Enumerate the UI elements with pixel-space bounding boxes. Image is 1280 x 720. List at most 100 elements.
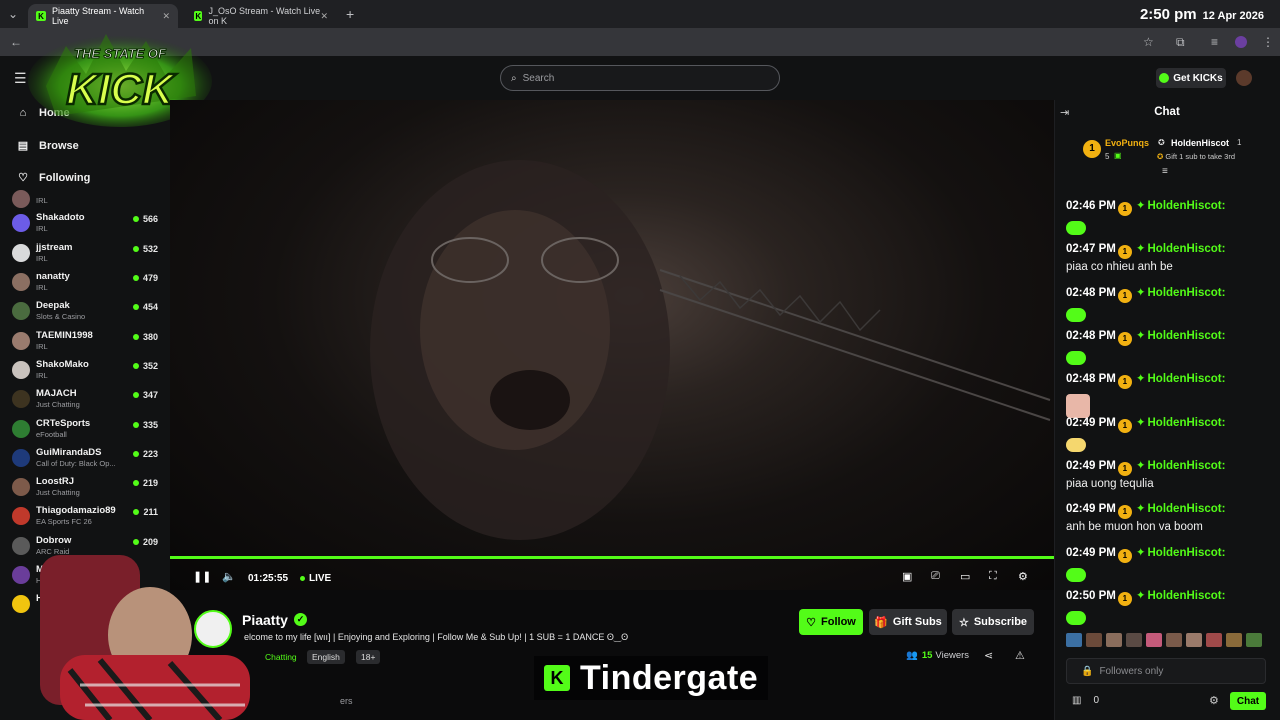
- share-icon[interactable]: ⋖: [984, 649, 993, 662]
- subscribe-button[interactable]: ☆ Subscribe: [952, 609, 1034, 635]
- language-tag[interactable]: English: [307, 650, 345, 664]
- nav-label: Browse: [39, 139, 79, 152]
- channel-item[interactable]: IRL: [12, 190, 162, 208]
- chat-message[interactable]: 02:48 PM 1 ✦ HoldenHiscot:: [1066, 328, 1272, 368]
- chat-input[interactable]: 🔒 Followers only: [1066, 658, 1266, 684]
- channel-item[interactable]: TAEMIN1998 IRL 380: [12, 330, 162, 359]
- theater-mode-icon[interactable]: ▭: [960, 570, 970, 583]
- browser-profile-avatar[interactable]: [1235, 36, 1247, 48]
- message-time: 02:50 PM: [1066, 590, 1116, 602]
- bookmark-star-icon[interactable]: ☆: [1143, 35, 1154, 49]
- gift-subs-button[interactable]: 🎁 Gift Subs: [869, 609, 947, 635]
- emote-icon[interactable]: [1086, 633, 1102, 647]
- tab-close-icon[interactable]: ✕: [320, 11, 328, 22]
- emote-icon[interactable]: [1106, 633, 1122, 647]
- message-username[interactable]: HoldenHiscot:: [1148, 373, 1226, 385]
- browser-menu-icon[interactable]: ⋮: [1262, 35, 1274, 49]
- message-username[interactable]: HoldenHiscot:: [1148, 590, 1226, 602]
- message-username[interactable]: HoldenHiscot:: [1148, 330, 1226, 342]
- channel-points[interactable]: ▥ 0: [1072, 695, 1099, 706]
- sidebar-item-following[interactable]: ♡ Following: [16, 171, 90, 185]
- channel-item[interactable]: Shakadoto IRL 566: [12, 212, 162, 241]
- miniplayer-icon[interactable]: ▣: [902, 570, 912, 583]
- emote-icon[interactable]: [1246, 633, 1262, 647]
- live-dot-icon: [132, 304, 139, 310]
- follow-button[interactable]: ♡ Follow: [799, 609, 863, 635]
- hamburger-menu-icon[interactable]: ☰: [14, 70, 27, 87]
- report-icon[interactable]: ⚠: [1015, 649, 1025, 662]
- message-username[interactable]: HoldenHiscot:: [1148, 243, 1226, 255]
- sidebar-item-browse[interactable]: ▤ Browse: [16, 139, 79, 153]
- live-dot-icon: [132, 451, 139, 457]
- back-icon[interactable]: ←: [10, 35, 22, 49]
- tab-close-icon[interactable]: ✕: [162, 11, 170, 22]
- chat-settings-gear-icon[interactable]: ⚙: [1209, 694, 1219, 707]
- gift-leaderboard[interactable]: 1 EvoPunqs 5 ▣ ✪ HoldenHiscot 1 ✪ Gift 1…: [1062, 130, 1272, 177]
- chat-message[interactable]: 02:49 PM 1 ✦ HoldenHiscot:: [1066, 415, 1272, 455]
- video-player[interactable]: [170, 100, 1054, 590]
- live-label: LIVE: [309, 573, 332, 584]
- emote-icon[interactable]: [1146, 633, 1162, 647]
- channel-item[interactable]: GuiMirandaDS Call of Duty: Black Op... 2…: [12, 447, 162, 476]
- chat-send-button[interactable]: Chat: [1230, 692, 1266, 710]
- channel-name: LoostRJ: [36, 476, 74, 487]
- clock-time: 2:50 pm: [1139, 6, 1197, 23]
- emote-icon[interactable]: [1066, 633, 1082, 647]
- chat-message[interactable]: 02:48 PM 1 ✦ HoldenHiscot:: [1066, 371, 1272, 421]
- emote-icon[interactable]: [1186, 633, 1202, 647]
- chat-message[interactable]: 02:47 PM 1 ✦ HoldenHiscot: piaa co nhieu an…: [1066, 241, 1272, 273]
- channel-name: ShakoMako: [36, 359, 89, 370]
- chat-message[interactable]: 02:50 PM 1 ✦ HoldenHiscot:: [1066, 588, 1272, 628]
- emote-icon[interactable]: [1166, 633, 1182, 647]
- settings-gear-icon[interactable]: ⚙: [1018, 570, 1028, 583]
- tab-list-icon[interactable]: ⌄: [8, 7, 18, 21]
- chat-message[interactable]: 02:49 PM 1 ✦ HoldenHiscot:: [1066, 545, 1272, 585]
- lock-icon: 🔒: [1081, 665, 1094, 677]
- channel-avatar: [12, 190, 30, 208]
- chat-message[interactable]: 02:49 PM 1 ✦ HoldenHiscot: piaa uong tequli…: [1066, 458, 1272, 490]
- chat-message[interactable]: 02:46 PM 1 ✦ HoldenHiscot:: [1066, 198, 1272, 238]
- channel-item[interactable]: Deepak Slots & Casino 454: [12, 300, 162, 329]
- fullscreen-icon[interactable]: ⛶: [989, 570, 997, 583]
- live-dot-icon: [132, 480, 139, 486]
- message-username[interactable]: HoldenHiscot:: [1148, 547, 1226, 559]
- tab-partial-label[interactable]: ers: [340, 696, 353, 706]
- gifter-badge-icon: 1: [1117, 592, 1132, 606]
- emote-icon[interactable]: [1206, 633, 1222, 647]
- message-username[interactable]: HoldenHiscot:: [1148, 503, 1226, 515]
- viewer-count-label: Viewers: [935, 650, 970, 661]
- channel-item[interactable]: nanatty IRL 479: [12, 271, 162, 300]
- live-indicator[interactable]: LIVE: [300, 573, 331, 584]
- chat-message[interactable]: 02:49 PM 1 ✦ HoldenHiscot: anh be muon hon …: [1066, 501, 1272, 533]
- search-input[interactable]: ⌕ Search: [500, 65, 780, 91]
- channel-category: Just Chatting: [36, 488, 80, 497]
- expand-icon[interactable]: ≡: [1162, 166, 1168, 177]
- video-progress-bar[interactable]: [170, 556, 1054, 559]
- clip-icon[interactable]: ⎚: [931, 570, 940, 583]
- channel-viewers: 454: [132, 302, 158, 312]
- channel-viewer-count: 347: [142, 390, 158, 400]
- extensions-icon[interactable]: ⧉: [1176, 35, 1185, 50]
- message-username[interactable]: HoldenHiscot:: [1148, 200, 1226, 212]
- channel-item[interactable]: CRTeSports eFootball 335: [12, 418, 162, 447]
- message-time: 02:49 PM: [1066, 503, 1116, 515]
- channel-item[interactable]: jjstream IRL 532: [12, 242, 162, 271]
- channel-item[interactable]: Thiagodamazio89 EA Sports FC 26 211: [12, 505, 162, 534]
- emote-bar[interactable]: [1066, 633, 1266, 651]
- mature-tag[interactable]: 18+: [356, 650, 381, 664]
- message-username[interactable]: HoldenHiscot:: [1148, 417, 1226, 429]
- user-avatar[interactable]: [1236, 70, 1252, 86]
- channel-item[interactable]: LoostRJ Just Chatting 219: [12, 476, 162, 505]
- message-username[interactable]: HoldenHiscot:: [1148, 460, 1226, 472]
- message-username[interactable]: HoldenHiscot:: [1148, 287, 1226, 299]
- tab-joso[interactable]: K J_OsO Stream - Watch Live on K ✕: [186, 4, 336, 28]
- channel-item[interactable]: ShakoMako IRL 352: [12, 359, 162, 388]
- chat-message[interactable]: 02:48 PM 1 ✦ HoldenHiscot:: [1066, 285, 1272, 325]
- new-tab-icon[interactable]: +: [346, 6, 354, 22]
- get-kicks-button[interactable]: Get KICKs: [1156, 68, 1226, 88]
- tab-piaatty[interactable]: K Piaatty Stream - Watch Live ✕: [28, 4, 178, 28]
- emote-icon[interactable]: [1126, 633, 1142, 647]
- emote-icon[interactable]: [1226, 633, 1242, 647]
- media-icon[interactable]: ≡: [1211, 35, 1218, 49]
- channel-item[interactable]: MAJACH Just Chatting 347: [12, 388, 162, 417]
